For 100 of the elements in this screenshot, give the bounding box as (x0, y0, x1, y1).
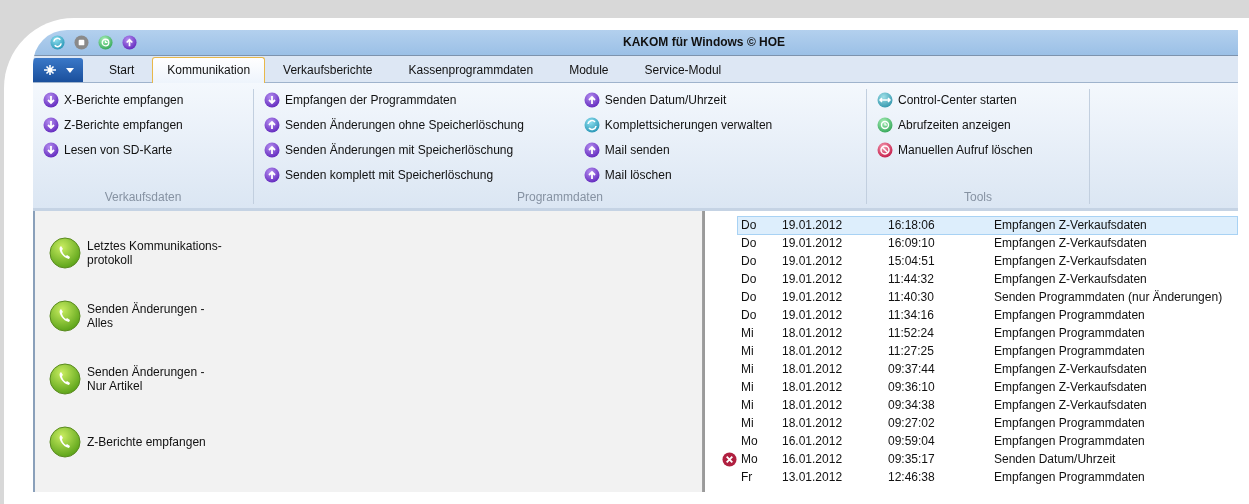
phone-icon (49, 426, 81, 458)
ribbon-tab[interactable]: Kommunikation (152, 57, 266, 83)
log-row[interactable]: Mi 18.01.2012 09:27:02 Empfangen Programmdaten (737, 413, 1238, 433)
clock-icon (877, 117, 893, 133)
log-row[interactable]: Do 19.01.2012 11:34:16 Empfangen Programmdaten (737, 305, 1238, 325)
log-row[interactable]: Mi 18.01.2012 11:27:25 Empfangen Programmdaten (737, 341, 1238, 361)
table-cell: Empfangen Z-Verkaufsdaten (994, 254, 1147, 268)
action-button[interactable]: Letztes Kommunikations- protokoll (49, 237, 222, 269)
application-menu-button[interactable] (33, 58, 83, 82)
log-row[interactable]: Do 19.01.2012 11:40:30 Senden Programmdaten (nur Änderungen) (737, 287, 1238, 307)
log-row[interactable]: Mi 18.01.2012 09:34:38 Empfangen Z-Verkaufsdaten (737, 395, 1238, 415)
log-row[interactable]: Mi 18.01.2012 09:36:10 Empfangen Z-Verkaufsdaten (737, 377, 1238, 397)
ribbon-button[interactable]: Senden Änderungen mit Speicherlöschung (264, 141, 524, 159)
ribbon-button[interactable]: Komplettsicherungen verwalten (583, 116, 773, 134)
table-cell-text: Mi (741, 416, 755, 430)
log-row[interactable]: Do 19.01.2012 16:18:06 Empfangen Z-Verkaufsdaten (737, 215, 1238, 235)
table-cell-text: Mi (741, 344, 755, 358)
ribbon-button[interactable]: Senden Änderungen ohne Speicherlöschung (264, 116, 524, 134)
window-title: KAKOM für Windows © HOE (623, 35, 786, 49)
table-cell-text: Mo (741, 452, 759, 466)
sync-icon (583, 117, 600, 133)
ribbon-button[interactable]: Abrufzeiten anzeigen (877, 116, 1033, 134)
clock-icon[interactable] (98, 35, 113, 50)
table-cell: Empfangen Programmdaten (994, 470, 1145, 484)
log-row[interactable]: Mo 16.01.2012 09:59:04 Empfangen Programmdaten (737, 431, 1238, 451)
table-cell: Empfangen Z-Verkaufsdaten (994, 236, 1147, 250)
table-cell: Empfangen Z-Verkaufsdaten (994, 272, 1147, 286)
table-cell: Empfangen Programmdaten (994, 416, 1145, 430)
table-cell-text: 19.01.2012 (782, 272, 844, 286)
table-cell-text: 11:52:24 (888, 326, 935, 340)
ribbon-tab[interactable]: Service-Modul (626, 58, 740, 82)
table-cell-text: 18.01.2012 (782, 380, 844, 394)
log-row[interactable]: Do 19.01.2012 16:09:10 Empfangen Z-Verkaufsdaten (737, 233, 1238, 253)
table-cell-text: 18.01.2012 (782, 416, 844, 430)
table-cell-text: 16.01.2012 (782, 434, 844, 448)
table-cell-text: Fr (741, 470, 754, 484)
table-cell-text: 15:04:51 (888, 254, 936, 268)
upload-arrow-icon[interactable] (122, 35, 137, 50)
table-cell-text: 18.01.2012 (782, 344, 844, 358)
ribbon-button[interactable]: Lesen von SD-Karte (43, 141, 184, 159)
table-cell-text: Mo (741, 434, 759, 448)
ribbon-button[interactable]: Senden Datum/Uhrzeit (583, 91, 773, 109)
table-cell-text: Mi (741, 326, 755, 340)
log-row[interactable]: Mo 16.01.2012 09:35:17 Senden Datum/Uhrzeit (737, 449, 1238, 469)
table-cell-text: 16:09:10 (888, 236, 936, 250)
table-cell-text: Do (741, 272, 758, 286)
table-cell-text: 11:27:25 (888, 344, 935, 358)
table-cell-text: 18.01.2012 (782, 362, 844, 376)
ribbon-tab[interactable]: Verkaufsberichte (265, 58, 391, 82)
table-cell-text: 16.01.2012 (782, 452, 844, 466)
ribbon-button[interactable]: Mail senden (583, 141, 773, 159)
ribbon-button[interactable]: X-Berichte empfangen (43, 91, 184, 109)
ribbon-button[interactable]: Mail löschen (583, 166, 773, 184)
table-cell: Empfangen Programmdaten (994, 434, 1145, 448)
action-button[interactable]: Senden Änderungen - Nur Artikel (49, 363, 205, 395)
table-cell-text: 09:35:17 (888, 452, 936, 466)
table-cell-text: 18.01.2012 (782, 398, 844, 412)
table-cell-text: 09:27:02 (888, 416, 936, 430)
table-cell-text: 16:18:06 (888, 218, 936, 232)
table-cell-text: 12:46:38 (888, 470, 936, 484)
log-row[interactable]: Mi 18.01.2012 11:52:24 Empfangen Programmdaten (737, 323, 1238, 343)
table-cell-text: 09:34:38 (888, 398, 936, 412)
log-row[interactable]: Mi 18.01.2012 09:37:44 Empfangen Z-Verkaufsdaten (737, 359, 1238, 379)
ribbon-button[interactable]: Empfangen der Programmdaten (264, 91, 524, 109)
group-label: Verkaufsdaten (103, 190, 183, 204)
table-cell-text: Mi (741, 398, 755, 412)
ribbon-button[interactable]: Z-Berichte empfangen (43, 116, 184, 134)
table-cell-text: Do (741, 218, 758, 232)
log-row[interactable]: Do 19.01.2012 11:44:32 Empfangen Z-Verkaufsdaten (737, 269, 1238, 289)
table-cell-text: 11:44:32 (888, 272, 935, 286)
table-cell-text: Mi (741, 380, 755, 394)
table-cell-text: 09:59:04 (888, 434, 936, 448)
table-cell-text: 18.01.2012 (782, 326, 844, 340)
ribbon-button[interactable]: Senden komplett mit Speicherlöschung (264, 166, 524, 184)
action-button[interactable]: Senden Änderungen - Alles (49, 300, 205, 332)
ribbon-tab[interactable]: Start (91, 58, 153, 82)
ribbon-button[interactable]: Manuellen Aufruf löschen (877, 141, 1033, 159)
log-row[interactable]: Fr 13.01.2012 12:46:38 Empfangen Programmdaten (737, 467, 1238, 487)
table-cell: Empfangen Programmdaten (994, 344, 1145, 358)
sync-icon[interactable] (50, 35, 65, 50)
group-label: Programmdaten (515, 190, 604, 204)
table-cell: Empfangen Z-Verkaufsdaten (994, 362, 1147, 376)
table-cell: Empfangen Z-Verkaufsdaten (994, 380, 1147, 394)
table-cell-text: 13.01.2012 (782, 470, 844, 484)
table-cell-text: 19.01.2012 (782, 218, 844, 232)
table-cell-text: Do (741, 290, 758, 304)
table-cell-text: Do (741, 254, 758, 268)
phone-icon (49, 237, 81, 269)
group-label: Tools (963, 190, 993, 204)
table-cell: Empfangen Programmdaten (994, 308, 1145, 322)
ribbon-tab[interactable]: Kassenprogrammdaten (390, 58, 552, 82)
phone-icon (49, 300, 81, 332)
ribbon-tab[interactable]: Module (551, 58, 627, 82)
ribbon-button[interactable]: Control-Center starten (877, 91, 1033, 109)
table-cell-text: 19.01.2012 (782, 254, 844, 268)
action-button[interactable]: Z-Berichte empfangen (49, 426, 206, 458)
log-row[interactable]: Do 19.01.2012 15:04:51 Empfangen Z-Verkaufsdaten (737, 251, 1238, 271)
stop-icon[interactable] (74, 35, 89, 50)
table-cell: Empfangen Z-Verkaufsdaten (994, 398, 1147, 412)
table-cell-text: 11:40:30 (888, 290, 935, 304)
